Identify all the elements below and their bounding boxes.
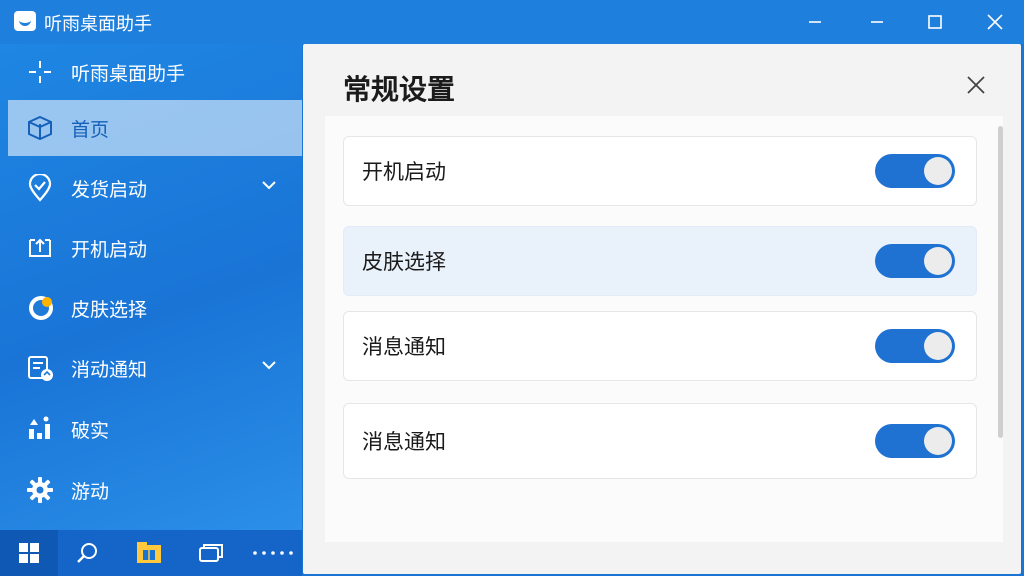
location-check-icon xyxy=(26,174,54,202)
close-icon xyxy=(987,14,1003,30)
crosshair-icon xyxy=(26,58,54,86)
toggle-knob xyxy=(924,247,952,275)
windows-start-button[interactable] xyxy=(0,530,58,576)
sidebar-item-theme[interactable]: 皮肤选择 xyxy=(8,280,302,336)
toggle-knob xyxy=(924,332,952,360)
sidebar-item-notifications[interactable]: 消动通知 xyxy=(8,340,302,396)
sidebar-item-label: 开机启动 xyxy=(71,238,148,261)
setting-label: 消息通知 xyxy=(362,335,446,359)
setting-label: 开机启动 xyxy=(362,160,446,184)
close-panel-icon[interactable] xyxy=(965,74,987,96)
scrollbar[interactable] xyxy=(998,126,1003,438)
toggle-knob xyxy=(924,157,952,185)
cube-icon xyxy=(26,114,54,142)
app-window: 听雨桌面助手 听雨桌面助手 首页 发货启动 开机启动 皮肤选择 消动通知 破实 … xyxy=(0,0,1024,576)
setting-row-theme[interactable]: 皮肤选择 xyxy=(343,226,977,296)
task-view-button[interactable] xyxy=(182,530,240,576)
settings-panel: 常规设置 开机启动 皮肤选择 消息通知 消息通知 xyxy=(303,44,1021,574)
sidebar-item-home[interactable]: 首页 xyxy=(8,100,302,156)
toggle-knob xyxy=(924,427,952,455)
startup-toggle[interactable] xyxy=(875,154,955,188)
sidebar-item-shipping[interactable]: 发货启动 xyxy=(8,160,302,216)
gear-icon xyxy=(26,476,54,504)
file-explorer-button[interactable] xyxy=(120,530,178,576)
sidebar-item-label: 首页 xyxy=(71,118,110,141)
file-explorer-icon xyxy=(137,542,161,563)
theme-toggle[interactable] xyxy=(875,244,955,278)
settings-list: 开机启动 皮肤选择 消息通知 消息通知 xyxy=(325,116,1003,542)
maximize-icon xyxy=(928,15,942,29)
windows-start-icon xyxy=(19,543,39,563)
task-view-icon xyxy=(199,544,223,562)
sidebar-item-label: 皮肤选择 xyxy=(71,298,148,321)
startup-arrow-icon xyxy=(26,234,54,262)
setting-label: 消息通知 xyxy=(362,430,446,454)
sidebar-item-label: 听雨桌面助手 xyxy=(71,62,186,85)
minimize-icon xyxy=(809,21,821,23)
sidebar-item-label: 发货启动 xyxy=(71,178,148,201)
setting-row-notifications-2[interactable]: 消息通知 xyxy=(343,403,977,479)
sidebar-item-label: 游动 xyxy=(71,480,110,503)
window-title: 听雨桌面助手 xyxy=(44,14,152,35)
minus-icon xyxy=(871,21,883,23)
sidebar: 听雨桌面助手 首页 发货启动 开机启动 皮肤选择 消动通知 破实 游动 xyxy=(0,44,302,530)
sidebar-item-settings[interactable]: 游动 xyxy=(8,462,302,518)
chevron-down-icon xyxy=(262,361,276,370)
more-button[interactable] xyxy=(244,530,302,576)
search-button[interactable] xyxy=(58,530,116,576)
minimize-button[interactable] xyxy=(790,0,840,44)
notification-doc-icon xyxy=(26,354,54,382)
sidebar-item-app-home[interactable]: 听雨桌面助手 xyxy=(8,44,302,100)
setting-label: 皮肤选择 xyxy=(362,250,446,274)
setting-row-notifications[interactable]: 消息通知 xyxy=(343,311,977,381)
taskbar xyxy=(0,530,302,576)
page-title: 常规设置 xyxy=(343,73,456,106)
chevron-down-icon xyxy=(262,181,276,190)
app-logo-icon xyxy=(14,11,36,31)
sidebar-item-label: 消动通知 xyxy=(71,358,148,381)
sidebar-item-label: 破实 xyxy=(71,419,110,442)
maximize-button[interactable] xyxy=(910,0,960,44)
sidebar-item-startup[interactable]: 开机启动 xyxy=(8,220,302,276)
more-dots-icon xyxy=(253,551,293,555)
sidebar-item-tools[interactable]: 破实 xyxy=(8,401,302,457)
notifications-toggle-2[interactable] xyxy=(875,424,955,458)
tools-icon xyxy=(26,415,54,443)
notifications-toggle[interactable] xyxy=(875,329,955,363)
theme-moon-icon xyxy=(26,294,54,322)
close-window-button[interactable] xyxy=(970,0,1020,44)
restore-button[interactable] xyxy=(852,0,902,44)
setting-row-startup[interactable]: 开机启动 xyxy=(343,136,977,206)
search-icon xyxy=(77,543,97,563)
title-bar: 听雨桌面助手 xyxy=(0,0,1024,44)
